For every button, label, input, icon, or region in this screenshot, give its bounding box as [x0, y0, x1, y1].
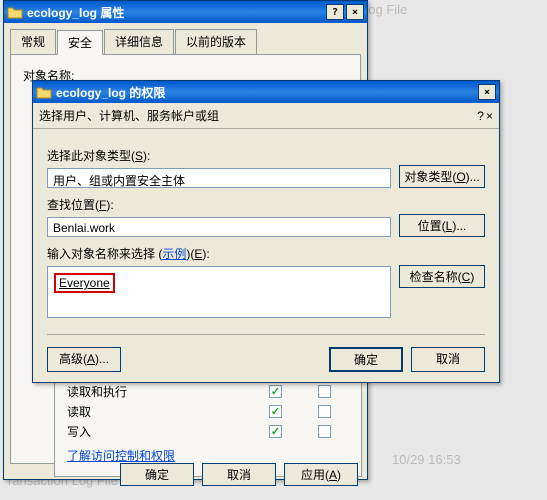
object-type-value: 用户、组或内置安全主体 — [47, 168, 391, 188]
allow-checkbox[interactable] — [269, 425, 282, 438]
cancel-button[interactable]: 取消 — [202, 463, 276, 486]
dialog-heading: 选择用户、计算机、服务帐户或组 — [39, 107, 219, 124]
tab-previous[interactable]: 以前的版本 — [175, 29, 257, 54]
tabstrip: 常规 安全 详细信息 以前的版本 — [4, 25, 367, 54]
permission-label: 读取 — [67, 403, 251, 420]
deny-checkbox[interactable] — [318, 385, 331, 398]
divider — [47, 334, 485, 335]
close-button[interactable]: × — [478, 84, 496, 100]
dialog-heading-row: 选择用户、计算机、服务帐户或组 ? × — [33, 103, 499, 129]
apply-button[interactable]: 应用(A) — [284, 463, 358, 486]
deny-checkbox[interactable] — [318, 405, 331, 418]
close-button[interactable]: × — [486, 109, 493, 123]
deny-checkbox[interactable] — [318, 425, 331, 438]
ok-button[interactable]: 确定 — [329, 347, 403, 372]
window-title: ecology_log 属性 — [27, 4, 326, 21]
select-object-window: ecology_log 的权限 × 选择用户、计算机、服务帐户或组 ? × 选择… — [32, 80, 500, 383]
titlebar[interactable]: ecology_log 的权限 × — [33, 81, 499, 103]
object-type-label: 选择此对象类型(S): — [47, 147, 391, 164]
allow-checkbox[interactable] — [269, 385, 282, 398]
check-names-button[interactable]: 检查名称(C) — [399, 265, 485, 288]
advanced-button[interactable]: 高级(A)... — [47, 347, 121, 372]
allow-checkbox[interactable] — [269, 405, 282, 418]
help-button[interactable]: ? — [326, 4, 344, 20]
enter-names-label: 输入对象名称来选择 (示例)(E): — [47, 245, 391, 262]
tab-details[interactable]: 详细信息 — [104, 29, 174, 54]
location-label: 查找位置(F): — [47, 196, 391, 213]
tab-general[interactable]: 常规 — [10, 29, 56, 54]
object-types-button[interactable]: 对象类型(O)... — [399, 165, 485, 188]
cancel-button[interactable]: 取消 — [411, 347, 485, 372]
window-title: ecology_log 的权限 — [56, 84, 478, 101]
dialog-buttons: 确定 取消 应用(A) — [130, 455, 362, 494]
permission-row: 写入 — [67, 421, 349, 441]
permission-label: 读取和执行 — [67, 383, 251, 400]
entered-name: Everyone — [54, 273, 115, 293]
permission-row: 读取和执行 — [67, 381, 349, 401]
object-names-input[interactable]: Everyone — [47, 266, 391, 318]
ok-button[interactable]: 确定 — [120, 463, 194, 486]
location-value: Benlai.work — [47, 217, 391, 237]
help-button[interactable]: ? — [477, 109, 484, 123]
permission-label: 写入 — [67, 423, 251, 440]
background-text: 10/29 16:53 — [392, 452, 461, 467]
example-link[interactable]: 示例 — [162, 247, 186, 261]
titlebar[interactable]: ecology_log 属性 ? × — [4, 1, 367, 23]
close-button[interactable]: × — [346, 4, 364, 20]
locations-button[interactable]: 位置(L)... — [399, 214, 485, 237]
folder-icon — [36, 85, 52, 99]
permission-row: 读取 — [67, 401, 349, 421]
tab-security[interactable]: 安全 — [57, 30, 103, 55]
folder-icon — [7, 5, 23, 19]
